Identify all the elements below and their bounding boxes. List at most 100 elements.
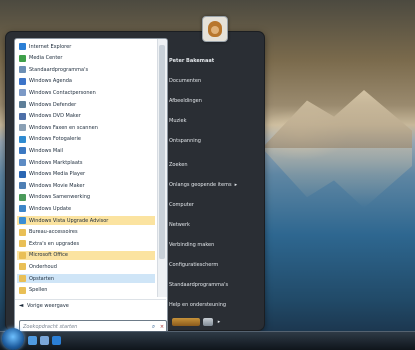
back-label: Vorige weergave [27, 302, 69, 309]
back-button[interactable]: ◄ Vorige weergave [15, 299, 166, 311]
program-item[interactable]: Windows Samenwerking [17, 193, 155, 202]
program-item[interactable]: Spellen [17, 286, 155, 295]
media-player-icon [19, 170, 26, 178]
place-label: Afbeeldingen [169, 98, 202, 104]
program-item[interactable]: Windows Marktplaats [17, 158, 155, 167]
place-label: Onlangs geopende items [169, 182, 232, 188]
search-input[interactable]: Zoekopdracht starten [20, 324, 149, 330]
default-programs-icon [19, 66, 26, 74]
program-item[interactable]: Windows Agenda [17, 77, 155, 86]
programs-pane: Internet Explorer Media Center Standaardpr… [14, 38, 168, 340]
place-label: Documenten [169, 78, 202, 84]
submenu-arrow-icon: ▸ [234, 182, 238, 188]
place-item[interactable]: Ontspanning [166, 136, 260, 146]
lock-button[interactable] [203, 318, 213, 326]
program-item[interactable]: Windows Defender [17, 100, 155, 109]
start-menu: Internet Explorer Media Center Standaardpr… [6, 16, 264, 340]
program-item[interactable]: Windows Mail [17, 146, 155, 155]
program-label: Standaardprogramma's [29, 66, 89, 73]
update-icon [19, 205, 26, 213]
place-item[interactable]: Afbeeldingen [166, 96, 260, 106]
place-item[interactable]: Configuratiescherm [166, 260, 260, 270]
program-item[interactable]: Windows Vista Upgrade Advisor [17, 216, 155, 225]
program-item[interactable]: Extra's en upgrades [17, 239, 155, 248]
place-item[interactable]: Documenten [166, 76, 260, 86]
meeting-space-icon [19, 193, 26, 201]
internet-explorer-icon [19, 43, 26, 50]
upgrade-advisor-icon [19, 217, 26, 224]
wallpaper-mountain [262, 90, 412, 148]
folder-icon [19, 228, 26, 236]
defender-icon [19, 101, 26, 108]
program-label: Media Center [29, 55, 63, 62]
scrollbar-thumb[interactable] [159, 45, 165, 259]
folder-icon [19, 275, 26, 282]
place-label: Ontspanning [169, 138, 201, 144]
place-item[interactable]: Muziek [166, 116, 260, 126]
program-label: Opstarten [29, 275, 54, 282]
place-label: Netwerk [169, 222, 190, 228]
place-label: Computer [169, 202, 194, 208]
movie-maker-icon [19, 182, 26, 190]
place-item[interactable]: Zoeken [166, 160, 260, 170]
search-icon[interactable]: ⌕ [149, 323, 158, 331]
taskbar [0, 328, 415, 350]
fax-scan-icon [19, 124, 26, 132]
program-label: Extra's en upgrades [29, 240, 80, 247]
program-label: Internet Explorer [29, 43, 72, 50]
folder-icon [19, 263, 26, 271]
program-label: Windows Movie Maker [29, 182, 85, 189]
program-label: Windows Defender [29, 101, 77, 108]
place-item[interactable]: Onlangs geopende items ▸ [166, 180, 260, 190]
program-item[interactable]: Windows Movie Maker [17, 181, 155, 190]
all-programs-list: Internet Explorer Media Center Standaardpr… [15, 39, 157, 297]
place-item[interactable]: Verbinding maken [166, 240, 260, 250]
program-item[interactable]: Onderhoud [17, 262, 155, 271]
contacts-icon [19, 89, 26, 97]
program-item[interactable]: Windows Fotogalerie [17, 135, 155, 144]
clear-search-icon[interactable]: × [158, 324, 166, 330]
program-label: Windows Mail [29, 147, 64, 154]
start-orb-icon[interactable] [2, 328, 24, 350]
program-label: Windows Marktplaats [29, 159, 83, 166]
folder-icon [19, 240, 26, 248]
program-label: Windows DVD Maker [29, 113, 81, 120]
program-label: Windows Samenwerking [29, 194, 91, 201]
mail-icon [19, 147, 26, 155]
program-label: Windows Media Player [29, 171, 86, 178]
place-item[interactable]: Standaardprogramma's [166, 280, 260, 290]
switch-windows-icon[interactable] [40, 336, 49, 345]
place-item[interactable]: Help en ondersteuning [166, 300, 260, 310]
program-item[interactable]: Windows Contactpersonen [17, 88, 155, 97]
power-button[interactable] [172, 318, 200, 326]
program-label: Windows Update [29, 205, 72, 212]
internet-explorer-quick-icon[interactable] [52, 336, 61, 345]
program-label: Onderhoud [29, 263, 57, 270]
program-item[interactable]: Internet Explorer [17, 42, 155, 51]
program-item[interactable]: Windows Update [17, 204, 155, 213]
quick-launch [28, 336, 61, 345]
place-item[interactable]: Computer [166, 200, 260, 210]
program-item[interactable]: Microsoft Office [17, 250, 155, 260]
program-item[interactable]: Windows Media Player [17, 170, 155, 179]
program-item[interactable]: Bureau-accessoires [17, 228, 155, 237]
media-center-icon [19, 54, 26, 62]
place-item[interactable]: Peter Bakemaat [166, 56, 260, 66]
place-label: Muziek [169, 118, 187, 124]
program-item[interactable]: Windows Faxen en scannen [17, 123, 155, 132]
program-label: Windows Vista Upgrade Advisor [29, 217, 109, 224]
place-label: Peter Bakemaat [169, 58, 215, 64]
place-label: Configuratiescherm [169, 262, 219, 268]
wallpaper-reflection [262, 148, 412, 208]
program-item[interactable]: Media Center [17, 54, 155, 63]
place-label: Zoeken [169, 162, 188, 168]
show-desktop-icon[interactable] [28, 336, 37, 345]
program-label: Microsoft Office [29, 252, 68, 259]
program-item[interactable]: Windows DVD Maker [17, 112, 155, 121]
place-item[interactable]: Netwerk [166, 220, 260, 230]
program-item[interactable]: Standaardprogramma's [17, 65, 155, 74]
program-item[interactable]: Opstarten [17, 274, 155, 283]
calendar-icon [19, 77, 26, 85]
user-picture[interactable] [202, 16, 228, 42]
shutdown-options-icon[interactable]: ▸ [216, 318, 222, 326]
